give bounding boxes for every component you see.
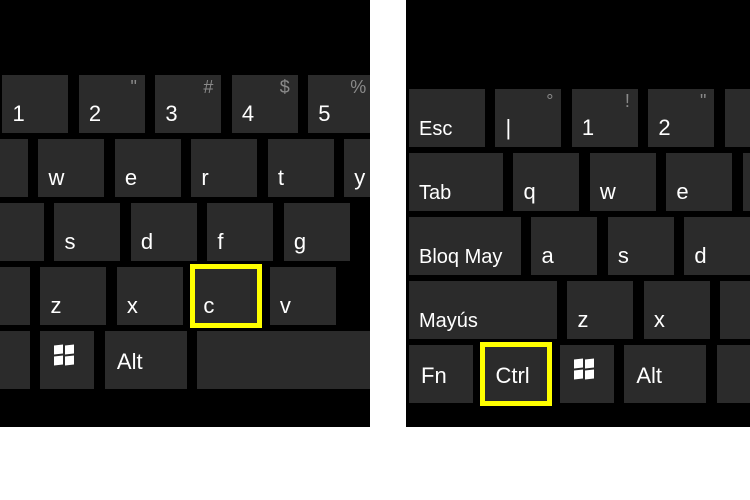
key-3-fragment[interactable] (725, 89, 750, 147)
key-fn[interactable]: Fn (409, 345, 473, 403)
key-1[interactable]: 1 (2, 75, 68, 133)
key-a-fragment[interactable] (0, 203, 44, 261)
keyboard-panel-left: 1 "2 #3 $4 %5 w e r t y s d f g z x c (0, 0, 370, 427)
key-s[interactable]: s (54, 203, 120, 261)
key-v[interactable]: v (270, 267, 336, 325)
key-1[interactable]: !1 (572, 89, 638, 147)
key-2[interactable]: "2 (648, 89, 714, 147)
key-z[interactable]: z (40, 267, 106, 325)
key-s[interactable]: s (608, 217, 674, 275)
key-5[interactable]: %5 (308, 75, 370, 133)
key-x[interactable]: x (117, 267, 183, 325)
key-space[interactable] (197, 331, 370, 389)
key-esc[interactable]: Esc (409, 89, 485, 147)
panel-header (0, 0, 370, 72)
key-4[interactable]: $4 (232, 75, 298, 133)
windows-icon (54, 345, 76, 367)
panel-header (406, 0, 750, 86)
key-g[interactable]: g (284, 203, 350, 261)
key-f[interactable]: f (207, 203, 273, 261)
key-a[interactable]: a (531, 217, 597, 275)
key-w[interactable]: w (38, 139, 104, 197)
key-r[interactable]: r (191, 139, 257, 197)
key-windows[interactable] (560, 345, 614, 403)
windows-icon (574, 359, 596, 381)
key-q-fragment[interactable] (0, 139, 28, 197)
key-e[interactable]: e (115, 139, 181, 197)
key-ctrl[interactable]: Ctrl (483, 345, 549, 403)
key-alt[interactable]: Alt (105, 331, 187, 389)
key-r-fragment[interactable] (743, 153, 750, 211)
key-shift[interactable]: Mayús (409, 281, 557, 339)
key-t[interactable]: t (268, 139, 334, 197)
key-tab[interactable]: Tab (409, 153, 503, 211)
key-pipe[interactable]: °| (495, 89, 561, 147)
key-capslock[interactable]: Bloq May (409, 217, 521, 275)
key-space-fragment[interactable] (717, 345, 750, 403)
key-d[interactable]: d (684, 217, 750, 275)
key-w[interactable]: w (590, 153, 656, 211)
key-c-fragment[interactable] (720, 281, 750, 339)
key-2[interactable]: "2 (79, 75, 145, 133)
key-z[interactable]: z (567, 281, 633, 339)
key-e[interactable]: e (666, 153, 732, 211)
key-3[interactable]: #3 (155, 75, 221, 133)
key-shift-fragment[interactable] (0, 267, 30, 325)
key-windows[interactable] (40, 331, 94, 389)
key-fn-fragment[interactable] (0, 331, 30, 389)
key-d[interactable]: d (131, 203, 197, 261)
key-alt[interactable]: Alt (624, 345, 706, 403)
keyboard-panel-right: Esc °| !1 "2 Tab q w e Bloq May a s d Ma… (406, 0, 750, 427)
key-y[interactable]: y (344, 139, 370, 197)
key-x[interactable]: x (644, 281, 710, 339)
key-q[interactable]: q (513, 153, 579, 211)
key-c[interactable]: c (193, 267, 259, 325)
